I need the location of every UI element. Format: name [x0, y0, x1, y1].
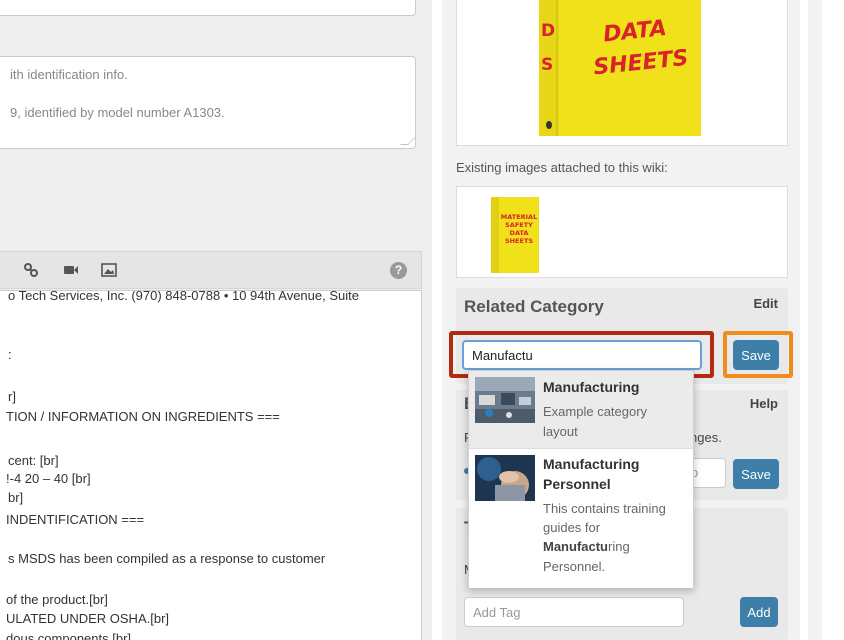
- help-icon[interactable]: ?: [390, 262, 407, 279]
- wiki-text-editor[interactable]: o Tech Services, Inc. (970) 848-0788 • 1…: [0, 290, 422, 640]
- editor-toolbar: ?: [0, 251, 422, 289]
- edit-link[interactable]: Edit: [753, 296, 778, 311]
- category-suggestions-dropdown: Manufacturing Example category layout Ma…: [468, 370, 694, 588]
- editor-line: br]: [8, 490, 24, 505]
- existing-images-label: Existing images attached to this wiki:: [456, 160, 668, 175]
- save-settings-button[interactable]: Save: [733, 459, 779, 489]
- editor-line: r]: [8, 389, 16, 404]
- thumb-text: SAFETY: [505, 221, 533, 229]
- editor-line: TION / INFORMATION ON INGREDIENTS ===: [6, 409, 280, 424]
- resize-grip-icon[interactable]: [400, 137, 416, 145]
- summary-line: ith identification info.: [10, 67, 128, 82]
- link-icon[interactable]: [22, 262, 40, 280]
- suggestion-item[interactable]: Manufacturing Personnel This contains tr…: [469, 448, 693, 588]
- category-search-input[interactable]: [462, 340, 702, 370]
- editor-line: of the product.[br]: [6, 592, 108, 607]
- binder-side-letter: S: [541, 55, 553, 75]
- existing-images-panel: MATERIAL SAFETY DATA SHEETS: [456, 186, 788, 278]
- summary-textarea[interactable]: ith identification info. 9, identified b…: [0, 56, 416, 149]
- thumb-text: DATA: [510, 229, 529, 237]
- title-input[interactable]: [0, 0, 416, 16]
- editor-line: s MSDS has been compiled as a response t…: [8, 551, 326, 566]
- related-category-title: Related Category: [464, 297, 604, 316]
- column-gap: [432, 0, 442, 640]
- editor-line: dous components [br]: [6, 631, 132, 640]
- binder-side-letter: D: [541, 21, 555, 41]
- suggestion-desc: Personnel.: [543, 559, 606, 574]
- thumb-text: MATERIAL: [501, 213, 537, 221]
- suggestion-desc: Example category: [543, 404, 648, 419]
- image-icon[interactable]: [100, 262, 118, 280]
- suggestion-match: Manufactu: [543, 539, 608, 554]
- save-category-button[interactable]: Save: [733, 340, 779, 370]
- editor-line: INDENTIFICATION ===: [6, 512, 145, 527]
- scroll-track[interactable]: [808, 0, 822, 640]
- suggestion-thumbnail: [475, 455, 535, 501]
- suggestion-thumbnail: [475, 377, 535, 423]
- suggestion-desc: Manufacturing: [543, 537, 688, 557]
- editor-line: ULATED UNDER OSHA.[br]: [6, 611, 170, 626]
- page-margin: [800, 0, 844, 640]
- thumb-text: SHEETS: [505, 237, 533, 245]
- help-link[interactable]: Help: [750, 396, 778, 411]
- editor-column: ith identification info. 9, identified b…: [0, 0, 432, 640]
- video-icon[interactable]: [62, 262, 80, 280]
- suggestion-item[interactable]: Manufacturing Example category layout: [469, 371, 693, 448]
- main-image-panel: D S DATA SHEETS: [456, 0, 788, 146]
- suggestion-title: Manufacturing: [543, 456, 640, 472]
- add-tag-button[interactable]: Add: [740, 597, 778, 627]
- suggestion-match-rest: ring: [608, 539, 630, 554]
- suggestion-title: Manufacturing: [543, 379, 640, 395]
- summary-line: 9, identified by model number A1303.: [10, 105, 225, 120]
- editor-line: o Tech Services, Inc. (970) 848-0788 • 1…: [8, 290, 359, 303]
- binder-thumbnail[interactable]: MATERIAL SAFETY DATA SHEETS: [481, 189, 551, 279]
- editor-line: cent: [br]: [8, 453, 59, 468]
- editor-line: :: [8, 347, 12, 362]
- suggestion-desc: guides for: [543, 520, 601, 535]
- binder-image: D S DATA SHEETS: [539, 0, 701, 136]
- suggestion-title: Personnel: [543, 476, 611, 492]
- add-tag-input[interactable]: [464, 597, 684, 627]
- card2-text: nges.: [690, 430, 722, 445]
- suggestion-desc: This contains training: [543, 501, 666, 516]
- editor-line: !-4 20 – 40 [br]: [6, 471, 91, 486]
- suggestion-desc: layout: [543, 424, 578, 439]
